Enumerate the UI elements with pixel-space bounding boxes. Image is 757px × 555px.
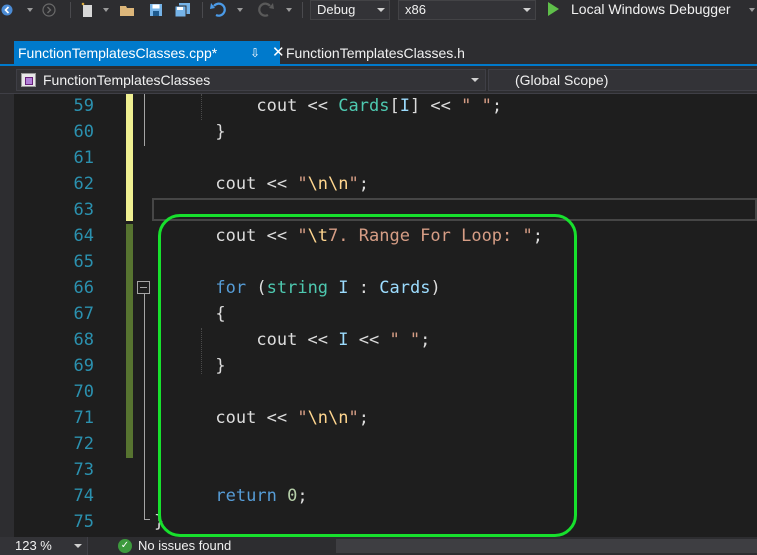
toolbar: Debug x86 Local Windows Debugger <box>0 0 757 38</box>
project-name: FunctionTemplatesClasses <box>43 72 211 88</box>
chevron-down-icon[interactable] <box>27 8 33 12</box>
toolbar-separator <box>302 2 303 18</box>
line-number: 75 <box>73 512 94 532</box>
project-dropdown[interactable]: FunctionTemplatesClasses <box>16 69 486 91</box>
line-number: 74 <box>73 486 94 506</box>
line-number: 69 <box>73 356 94 376</box>
chevron-down-icon <box>523 8 531 12</box>
document-tabs: FunctionTemplatesClasses.cpp* ⇩ ✕ Functi… <box>0 38 757 66</box>
back-arrow-icon[interactable] <box>0 0 14 20</box>
chevron-down-icon[interactable] <box>237 8 243 12</box>
line-number: 68 <box>73 330 94 350</box>
line-number: 67 <box>73 304 94 324</box>
start-debugging-button[interactable]: Local Windows Debugger <box>571 0 731 20</box>
collapse-icon[interactable] <box>137 281 150 294</box>
highlight-annotation <box>158 214 577 537</box>
outline-guide <box>144 94 145 146</box>
tab-label: FunctionTemplatesClasses.h <box>286 45 465 61</box>
project-icon <box>21 73 36 87</box>
platform-value: x86 <box>405 2 426 17</box>
line-number: 60 <box>73 122 94 142</box>
toolbar-separator <box>70 2 71 18</box>
line-number: 64 <box>73 226 94 246</box>
pin-icon[interactable]: ⇩ <box>250 41 260 65</box>
line-number: 63 <box>73 200 94 220</box>
outline-guide <box>144 294 145 520</box>
chevron-down-icon <box>377 8 385 12</box>
editor-status-bar: 123 % ✓ No issues found <box>0 537 757 555</box>
forward-arrow-icon[interactable] <box>40 0 58 20</box>
line-number: 71 <box>73 408 94 428</box>
chevron-down-icon <box>74 544 82 548</box>
unsaved-change-marker <box>126 94 133 221</box>
line-number: 61 <box>73 148 94 168</box>
chevron-down-icon[interactable] <box>286 8 292 12</box>
open-folder-icon[interactable] <box>118 0 138 20</box>
scope-dropdown[interactable]: (Global Scope) <box>488 69 757 91</box>
line-number: 66 <box>73 278 94 298</box>
code-line-60[interactable]: } <box>154 120 225 146</box>
check-circle-icon[interactable]: ✓ <box>118 539 132 553</box>
save-icon[interactable] <box>146 0 166 20</box>
line-number: 62 <box>73 174 94 194</box>
line-number: 59 <box>73 96 94 116</box>
platform-dropdown[interactable]: x86 <box>398 0 536 20</box>
outline-guide-end <box>144 519 150 520</box>
chevron-down-icon[interactable] <box>749 8 755 12</box>
chevron-down-icon <box>471 78 479 82</box>
line-number: 65 <box>73 252 94 272</box>
horizontal-scrollbar[interactable] <box>336 539 757 553</box>
navigation-bar: FunctionTemplatesClasses (Global Scope) <box>0 66 757 94</box>
chevron-down-icon[interactable] <box>103 8 109 12</box>
code-line-62[interactable]: cout << "\n\n"; <box>154 172 369 198</box>
new-project-icon[interactable] <box>78 0 98 20</box>
zoom-level: 123 % <box>15 538 52 553</box>
save-all-icon[interactable] <box>172 0 194 20</box>
scope-name: (Global Scope) <box>515 72 609 88</box>
start-debugging-icon[interactable] <box>548 2 559 16</box>
redo-icon[interactable] <box>254 0 276 20</box>
code-editor[interactable]: 59 60 61 62 63 64 65 66 67 68 69 70 71 7… <box>0 94 757 537</box>
code-line-59[interactable]: cout << Cards[I] << " "; <box>154 94 502 120</box>
zoom-dropdown[interactable]: 123 % <box>0 537 88 555</box>
tab-label: FunctionTemplatesClasses.cpp* <box>18 45 218 61</box>
line-number: 72 <box>73 434 94 454</box>
configuration-dropdown[interactable]: Debug <box>310 0 390 20</box>
issues-status[interactable]: No issues found <box>138 537 231 555</box>
tab-functiontemplatesclasses-cpp[interactable]: FunctionTemplatesClasses.cpp* ⇩ ✕ <box>14 41 285 66</box>
undo-icon[interactable] <box>208 0 230 20</box>
line-number: 73 <box>73 460 94 480</box>
line-number: 70 <box>73 382 94 402</box>
editor-left-margin <box>0 94 14 537</box>
configuration-value: Debug <box>317 2 356 17</box>
tab-functiontemplatesclasses-h[interactable]: FunctionTemplatesClasses.h <box>286 41 465 66</box>
toolbar-separator <box>202 2 203 18</box>
saved-change-marker <box>126 224 133 458</box>
close-icon[interactable]: ✕ <box>272 41 285 65</box>
